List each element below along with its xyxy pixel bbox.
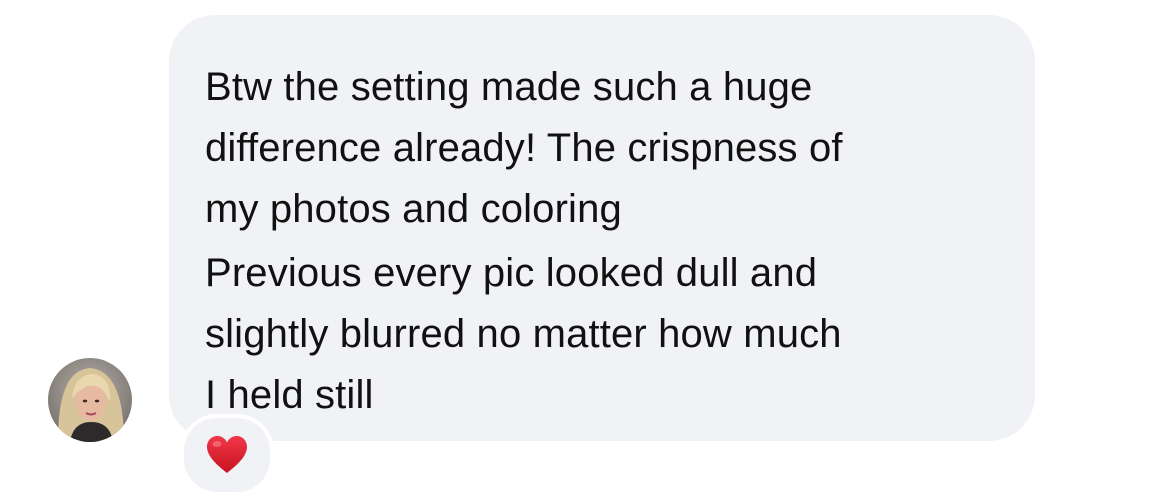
- message-bubble[interactable]: Btw the setting made such a huge differe…: [169, 15, 1035, 441]
- message-text-line: Previous every pic looked dull and: [205, 251, 818, 295]
- avatar-photo: [48, 358, 132, 442]
- message-text-line: I held still: [205, 373, 374, 417]
- message-paragraph-2: Previous every pic looked dull and sligh…: [205, 243, 1005, 426]
- sender-avatar[interactable]: [48, 358, 132, 442]
- message-paragraph-1: Btw the setting made such a huge differe…: [205, 57, 1005, 240]
- message-text-line: difference already! The crispness of: [205, 126, 843, 170]
- message-text-line: Btw the setting made such a huge: [205, 65, 813, 109]
- message-text-line: my photos and coloring: [205, 187, 622, 231]
- red-heart-icon: [207, 436, 247, 473]
- heart-reaction[interactable]: [180, 414, 274, 496]
- message-text-line: slightly blurred no matter how much: [205, 312, 842, 356]
